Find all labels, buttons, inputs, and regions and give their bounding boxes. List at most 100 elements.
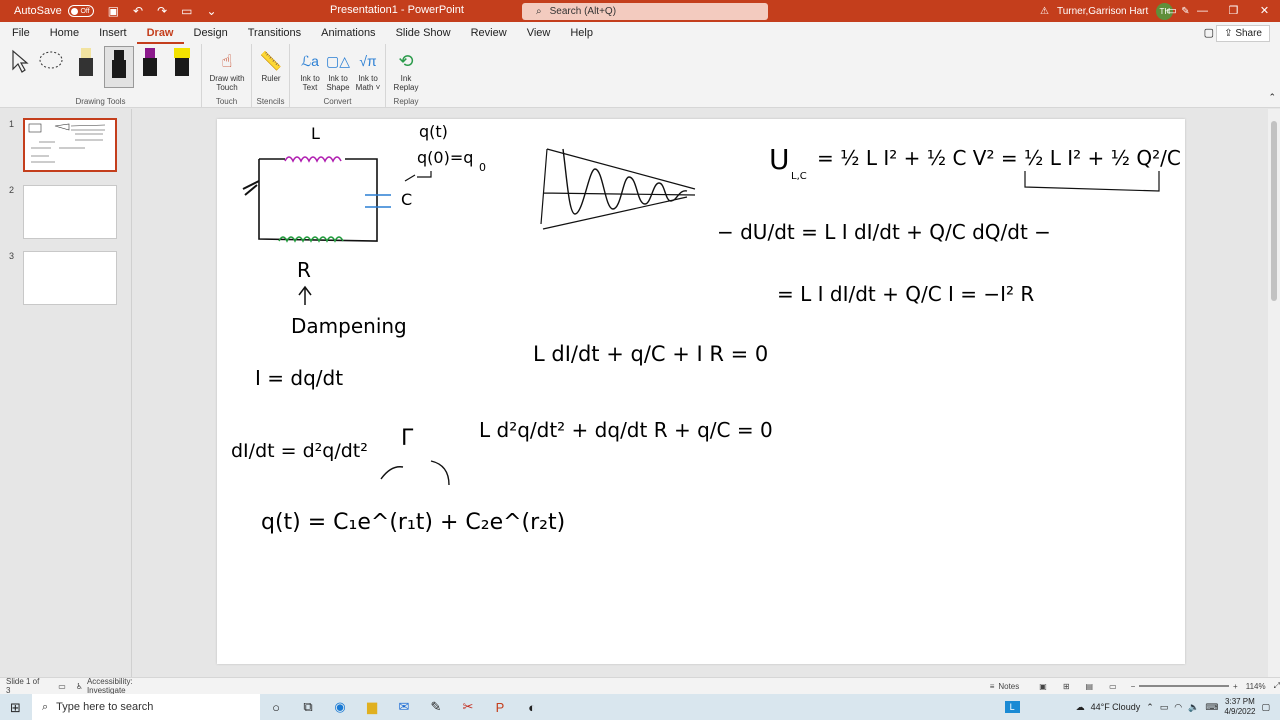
collapse-ribbon-icon[interactable]: ⌃	[1268, 92, 1276, 103]
accessibility-status[interactable]: Accessibility: Investigate	[87, 677, 170, 695]
taskbar-search-icon: ⌕	[42, 700, 49, 713]
notes-icon[interactable]: ≡	[990, 682, 995, 691]
tab-review[interactable]: Review	[461, 22, 517, 44]
tray-chevron-icon[interactable]: ⌃	[1146, 702, 1154, 713]
share-button[interactable]: ⇪ Share	[1216, 25, 1270, 42]
tab-help[interactable]: Help	[560, 22, 603, 44]
taskbar: ⊞ ⌕ Type here to search ○ ⧉ ◉ ▆ ✉ ✎ ✂ P …	[0, 694, 1280, 720]
q-of-t-label: q(t)	[419, 122, 448, 141]
notes-button[interactable]: Notes	[998, 682, 1019, 691]
tab-transitions[interactable]: Transitions	[238, 22, 311, 44]
windows-start-icon[interactable]: ⊞	[10, 700, 21, 716]
close-icon[interactable]: ✕	[1249, 0, 1280, 22]
notes-page-icon[interactable]: ▭	[58, 682, 66, 691]
system-tray: L ☁ 44°F Cloudy ⌃ ▭ ◠ 🔈 ⌨ 3:37 PM 4/9/20…	[1004, 694, 1280, 720]
ink-to-text-icon: ℒa	[301, 52, 319, 69]
replay-label: Replay	[393, 97, 419, 106]
slide-thumbnail-2[interactable]	[23, 185, 117, 239]
ink-to-math-button[interactable]: √π Ink to Math ˅	[352, 48, 384, 92]
ribbon-display-icon[interactable]: ▭	[1156, 0, 1187, 22]
normal-view-icon[interactable]: ▣	[1039, 682, 1047, 691]
app-icon[interactable]: ◐	[516, 700, 548, 715]
ink-to-text-label-1: Ink to	[300, 74, 320, 83]
tab-slide-show[interactable]: Slide Show	[386, 22, 461, 44]
present-icon[interactable]: ▭	[181, 4, 192, 18]
cortana-icon[interactable]: ○	[260, 700, 292, 715]
volume-icon[interactable]: 🔈	[1188, 702, 1199, 713]
zoom-level[interactable]: 114%	[1246, 682, 1266, 691]
notification-icon[interactable]: ▢	[1261, 702, 1270, 713]
accessibility-icon[interactable]: ♿	[76, 682, 83, 691]
zoom-slider[interactable]	[1139, 685, 1230, 687]
fit-to-window-icon[interactable]: ⤢	[1274, 681, 1280, 691]
weather-text[interactable]: 44°F Cloudy	[1091, 702, 1141, 712]
redo-icon[interactable]: ↷	[157, 4, 167, 18]
zoom-out-icon[interactable]: −	[1131, 682, 1136, 691]
circuit-ode-1: L dI/dt + q/C + I R = 0	[533, 342, 768, 366]
highlighter-yellow[interactable]	[170, 48, 194, 82]
wifi-icon[interactable]: ◠	[1174, 702, 1182, 713]
energy-U: U	[769, 143, 790, 176]
mail-icon[interactable]: ✉	[388, 699, 420, 715]
ink-to-math-label-1: Ink to	[358, 74, 378, 83]
pen-black-selected[interactable]	[104, 46, 134, 88]
tab-file[interactable]: File	[0, 22, 40, 44]
slide-sorter-icon[interactable]: ⊞	[1063, 682, 1070, 691]
snipping-tool-icon[interactable]: ✂	[452, 699, 484, 715]
clock[interactable]: 3:37 PM 4/9/2022	[1224, 697, 1255, 717]
autosave-toggle[interactable]: Off	[67, 5, 94, 17]
restore-icon[interactable]: ❐	[1218, 0, 1249, 22]
slide-thumbnail-pane: 1 2 3	[0, 109, 132, 677]
convert-group: ℒa Ink to Text ▢△ Ink to Shape √π Ink to…	[290, 44, 386, 108]
underline-bracket	[1024, 171, 1160, 192]
search-input[interactable]: ⌕ Search (Alt+Q)	[522, 3, 768, 20]
minimize-icon[interactable]: —	[1187, 0, 1218, 22]
select-tool[interactable]	[6, 48, 32, 74]
ruler-button[interactable]: 📏 Ruler	[257, 48, 285, 84]
search-placeholder: Search (Alt+Q)	[549, 6, 617, 17]
ink-to-shape-button[interactable]: ▢△ Ink to Shape	[324, 48, 352, 93]
lasso-tool[interactable]	[38, 48, 64, 74]
ink-to-text-label-2: Text	[302, 83, 318, 92]
tab-draw[interactable]: Draw	[136, 22, 184, 44]
ink-replay-button[interactable]: ⟲ Ink Replay	[392, 48, 420, 93]
eraser-pen[interactable]	[74, 48, 98, 82]
lync-icon[interactable]: L	[1004, 701, 1020, 713]
scrollbar-thumb[interactable]	[1271, 121, 1277, 301]
pen-purple[interactable]	[138, 48, 162, 82]
tab-animations[interactable]: Animations	[311, 22, 385, 44]
pen-app-icon[interactable]: ✎	[420, 699, 452, 715]
current-derivative: dI/dt = d²q/dt²	[231, 440, 368, 462]
edge-icon[interactable]: ◉	[324, 699, 356, 715]
quick-access-toolbar: ▣ ↶ ↷ ▭ ⌄	[108, 4, 217, 18]
network-icon[interactable]: ▭	[1160, 702, 1169, 713]
ink-to-text-button[interactable]: ℒa Ink to Text	[296, 48, 324, 93]
save-icon[interactable]: ▣	[108, 4, 119, 18]
slide-thumbnail-3[interactable]	[23, 251, 117, 305]
tab-view[interactable]: View	[517, 22, 561, 44]
vertical-scrollbar[interactable]	[1268, 109, 1280, 677]
powerpoint-icon[interactable]: P	[484, 700, 516, 715]
draw-with-touch-button[interactable]: ☝ Draw with Touch	[207, 48, 247, 93]
tab-home[interactable]: Home	[40, 22, 89, 44]
ribbon: Drawing Tools ☝ Draw with Touch Touch 📏 …	[0, 44, 1280, 108]
circuit-wires	[258, 158, 378, 242]
file-explorer-icon[interactable]: ▆	[356, 699, 388, 715]
undo-icon[interactable]: ↶	[133, 4, 143, 18]
ink-replay-label-1: Ink	[400, 74, 412, 83]
weather-icon[interactable]: ☁	[1076, 702, 1085, 713]
task-view-icon[interactable]: ⧉	[292, 699, 324, 715]
slide-canvas[interactable]: L C R Dampening q(t) q(0)=q 0 U L,C = ½ …	[217, 119, 1185, 664]
customize-qat-icon[interactable]: ⌄	[207, 4, 217, 18]
power-equation-2: = L I dI/dt + Q/C I = −I² R	[777, 282, 1034, 306]
keyboard-icon[interactable]: ⌨	[1205, 702, 1218, 713]
reading-view-icon[interactable]: ▤	[1086, 682, 1094, 691]
tab-design[interactable]: Design	[184, 22, 238, 44]
zoom-in-icon[interactable]: +	[1233, 682, 1238, 691]
slide-thumbnail-1[interactable]	[23, 118, 117, 172]
slideshow-icon[interactable]: ▭	[1109, 682, 1117, 691]
taskbar-search-input[interactable]: ⌕ Type here to search	[32, 694, 260, 720]
initial-condition-sub: 0	[479, 161, 486, 174]
comments-icon[interactable]: ▢	[1204, 26, 1214, 39]
tab-insert[interactable]: Insert	[89, 22, 137, 44]
